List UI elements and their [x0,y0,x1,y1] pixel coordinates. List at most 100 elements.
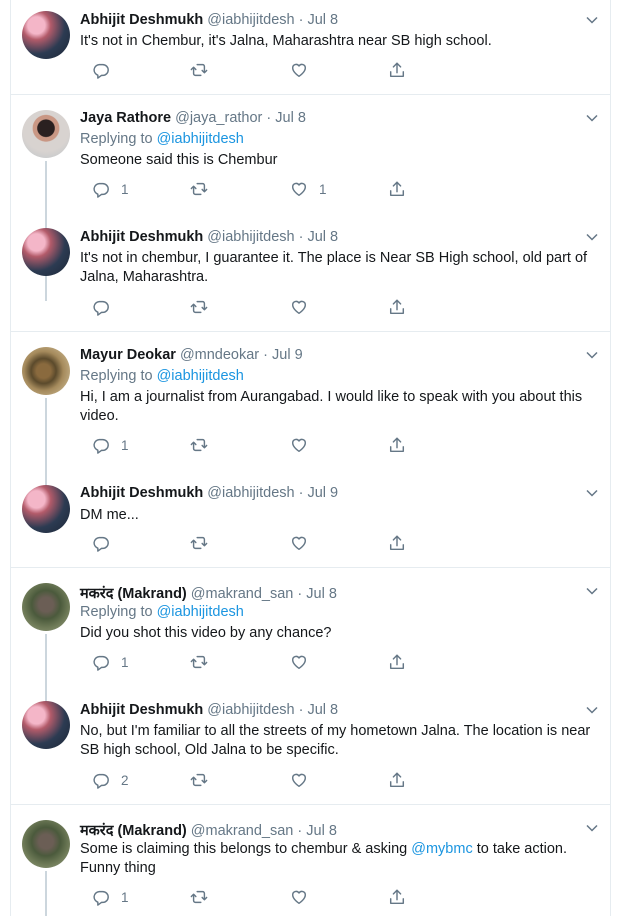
tweet-date[interactable]: Jul 9 [272,347,303,363]
reply-icon [93,438,109,454]
share-button[interactable] [388,435,406,455]
like-button[interactable] [290,435,319,455]
retweet-icon [190,536,208,550]
like-icon [291,536,307,551]
retweet-button[interactable] [190,652,219,672]
author-handle[interactable]: @iabhijitdesh [207,12,294,28]
like-button[interactable] [290,770,319,790]
author-name[interactable]: Abhijit Deshmukh [80,229,203,245]
author-name[interactable]: मकरंद (Makrand) [80,823,187,839]
author-name[interactable]: Jaya Rathore [80,110,171,126]
tweet[interactable]: मकरंद (Makrand) @makrand_san · Jul 8 Rep… [11,568,610,804]
author-handle[interactable]: @iabhijitdesh [207,485,294,501]
chevron-down-icon[interactable] [586,16,598,24]
reply-button[interactable]: 1 [92,887,129,907]
author-name[interactable]: Abhijit Deshmukh [80,485,203,501]
like-button[interactable]: 1 [290,179,327,199]
reply-button[interactable] [92,60,121,80]
retweet-button[interactable] [190,887,219,907]
avatar[interactable] [22,347,70,395]
author-handle[interactable]: @makrand_san [191,823,294,839]
author-handle[interactable]: @mndeokar [180,347,259,363]
author-handle[interactable]: @jaya_rathor [175,110,262,126]
avatar[interactable] [22,701,70,749]
reply-count: 1 [121,437,129,453]
share-button[interactable] [388,652,406,672]
avatar[interactable] [22,820,70,868]
retweet-button[interactable] [190,179,219,199]
chevron-down-icon[interactable] [586,233,598,241]
share-icon [389,889,405,905]
replying-to-link[interactable]: @iabhijitdesh [157,368,244,384]
avatar[interactable] [22,485,70,533]
tweet[interactable]: Mayur Deokar @mndeokar · Jul 9 Replying … [11,332,610,567]
author-handle[interactable]: @makrand_san [191,586,294,602]
retweet-button[interactable] [190,60,219,80]
tweet-text: Some is claiming this belongs to chembur… [80,840,595,878]
mention-link[interactable]: @mybmc [411,841,472,857]
like-button[interactable] [290,60,319,80]
tweet-date[interactable]: Jul 8 [275,110,306,126]
retweet-button[interactable] [190,533,219,553]
avatar[interactable] [22,110,70,158]
avatar[interactable] [22,228,70,276]
reply-icon [93,655,109,671]
retweet-button[interactable] [190,435,219,455]
tweet[interactable]: Abhijit Deshmukh @iabhijitdesh · Jul 8 I… [11,0,610,94]
author-handle[interactable]: @iabhijitdesh [207,702,294,718]
share-button[interactable] [388,60,406,80]
reply-button[interactable] [92,297,121,317]
tweet-header: Abhijit Deshmukh @iabhijitdesh · Jul 8 [80,12,338,30]
tweet-date[interactable]: Jul 8 [306,586,337,602]
chevron-down-icon[interactable] [586,351,598,359]
like-button[interactable] [290,297,319,317]
retweet-button[interactable] [190,770,219,790]
replying-to-link[interactable]: @iabhijitdesh [157,131,244,147]
tweet-header: Abhijit Deshmukh @iabhijitdesh · Jul 8 [80,229,338,247]
author-name[interactable]: मकरंद (Makrand) [80,586,187,602]
reply-icon [93,300,109,316]
replying-to-link[interactable]: @iabhijitdesh [157,604,244,620]
share-button[interactable] [388,887,406,907]
share-icon [389,437,405,453]
chevron-down-icon[interactable] [586,706,598,714]
tweet[interactable]: मकरंद (Makrand) @makrand_san · Jul 8 Som… [11,805,610,916]
share-button[interactable] [388,179,406,199]
reply-button[interactable]: 1 [92,435,129,455]
tweet-date[interactable]: Jul 8 [306,823,337,839]
reply-count: 1 [121,654,129,670]
reply-icon [93,890,109,906]
share-button[interactable] [388,770,406,790]
reply-button[interactable]: 2 [92,770,129,790]
retweet-icon [190,438,208,452]
tweet-header: Jaya Rathore @jaya_rathor · Jul 8 [80,110,306,128]
like-button[interactable] [290,887,319,907]
author-handle[interactable]: @iabhijitdesh [207,229,294,245]
author-name[interactable]: Abhijit Deshmukh [80,12,203,28]
reply-button[interactable] [92,533,121,553]
share-button[interactable] [388,533,406,553]
reply-button[interactable]: 1 [92,652,129,672]
chevron-down-icon[interactable] [586,824,598,832]
tweet-actions: 1 [80,435,600,455]
tweet-date[interactable]: Jul 8 [307,702,338,718]
tweet-text: DM me... [80,507,139,523]
author-name[interactable]: Abhijit Deshmukh [80,702,203,718]
avatar[interactable] [22,583,70,631]
chevron-down-icon[interactable] [586,114,598,122]
reply-button[interactable]: 1 [92,179,129,199]
tweet-actions [80,533,600,553]
chevron-down-icon[interactable] [586,489,598,497]
tweet[interactable]: Jaya Rathore @jaya_rathor · Jul 8 Replyi… [11,95,610,331]
tweet-date[interactable]: Jul 8 [307,229,338,245]
author-name[interactable]: Mayur Deokar [80,347,176,363]
chevron-down-icon[interactable] [586,587,598,595]
like-button[interactable] [290,533,319,553]
share-icon [389,181,405,197]
like-button[interactable] [290,652,319,672]
share-button[interactable] [388,297,406,317]
tweet-date[interactable]: Jul 8 [307,12,338,28]
retweet-button[interactable] [190,297,219,317]
tweet-date[interactable]: Jul 9 [307,485,338,501]
avatar[interactable] [22,11,70,59]
